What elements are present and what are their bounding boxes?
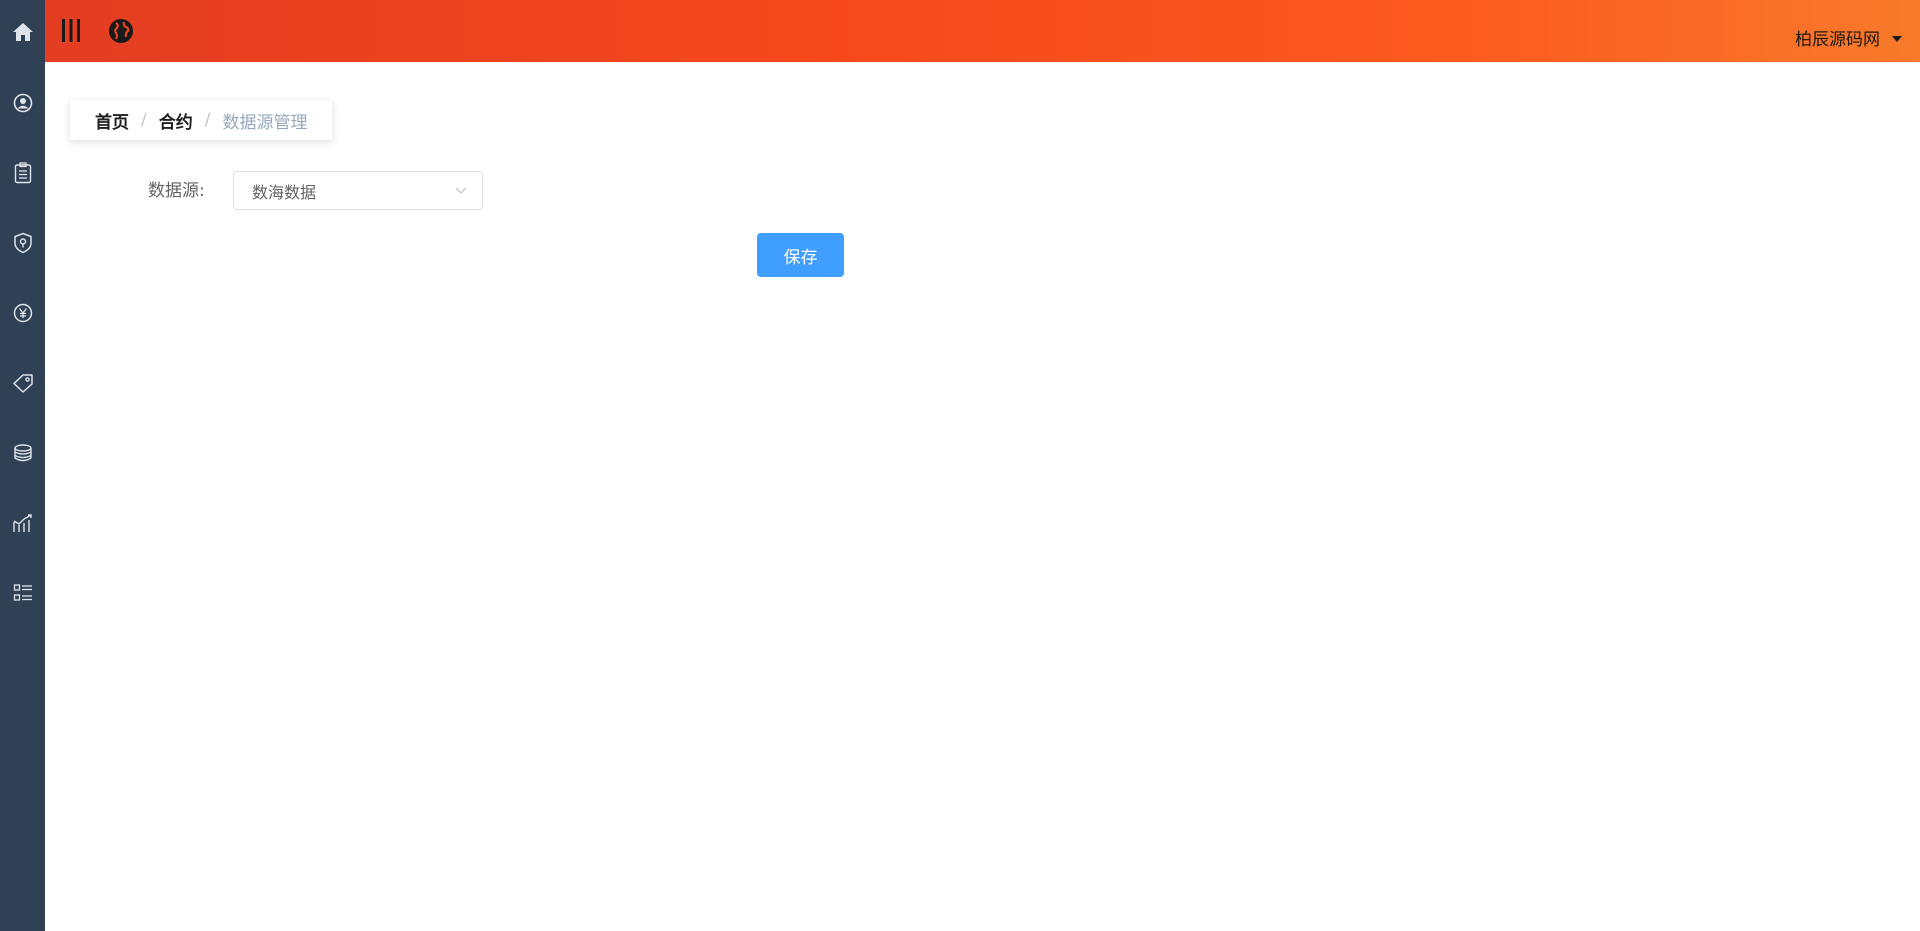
data-source-label: 数据源: — [148, 181, 205, 201]
chevron-down-icon — [455, 187, 467, 194]
sidebar-item-list[interactable] — [0, 573, 45, 613]
breadcrumb-separator: / — [204, 110, 211, 130]
home-icon — [12, 23, 33, 41]
breadcrumb: 首页 / 合约 / 数据源管理 — [70, 100, 332, 140]
user-circle-icon — [13, 93, 32, 113]
user-name: 柏辰源码网 — [1795, 29, 1880, 50]
yuan-icon — [13, 303, 32, 323]
caret-down-icon — [1892, 36, 1902, 42]
globe-icon[interactable] — [107, 17, 135, 45]
sidebar — [0, 0, 45, 931]
hamburger-icon[interactable] — [60, 17, 82, 44]
breadcrumb-home[interactable]: 首页 — [95, 108, 129, 133]
sidebar-item-finance[interactable] — [0, 293, 45, 333]
sidebar-item-tags[interactable] — [0, 363, 45, 403]
sidebar-item-security[interactable] — [0, 223, 45, 263]
breadcrumb-separator: / — [141, 110, 147, 130]
data-source-select-value: 数海数据 — [252, 182, 317, 202]
chart-icon — [12, 514, 32, 532]
data-source-select[interactable]: 数海数据 — [233, 171, 483, 210]
sidebar-item-assets[interactable] — [0, 433, 45, 473]
breadcrumb-current: 数据源管理 — [222, 112, 308, 133]
sidebar-item-home[interactable] — [0, 12, 45, 52]
breadcrumb-contract[interactable]: 合约 — [159, 108, 193, 133]
sidebar-item-user[interactable] — [0, 83, 45, 123]
shield-location-icon — [13, 232, 32, 254]
coins-stack-icon — [13, 444, 32, 462]
top-navbar: 柏辰源码网 — [45, 0, 1920, 62]
sidebar-item-orders[interactable] — [0, 153, 45, 193]
list-icon — [13, 584, 32, 601]
tag-icon — [12, 374, 33, 393]
clipboard-icon — [14, 162, 31, 184]
user-menu[interactable]: 柏辰源码网 — [1795, 24, 1902, 50]
sidebar-item-stats[interactable] — [0, 503, 45, 543]
save-button[interactable]: 保存 — [757, 233, 844, 277]
